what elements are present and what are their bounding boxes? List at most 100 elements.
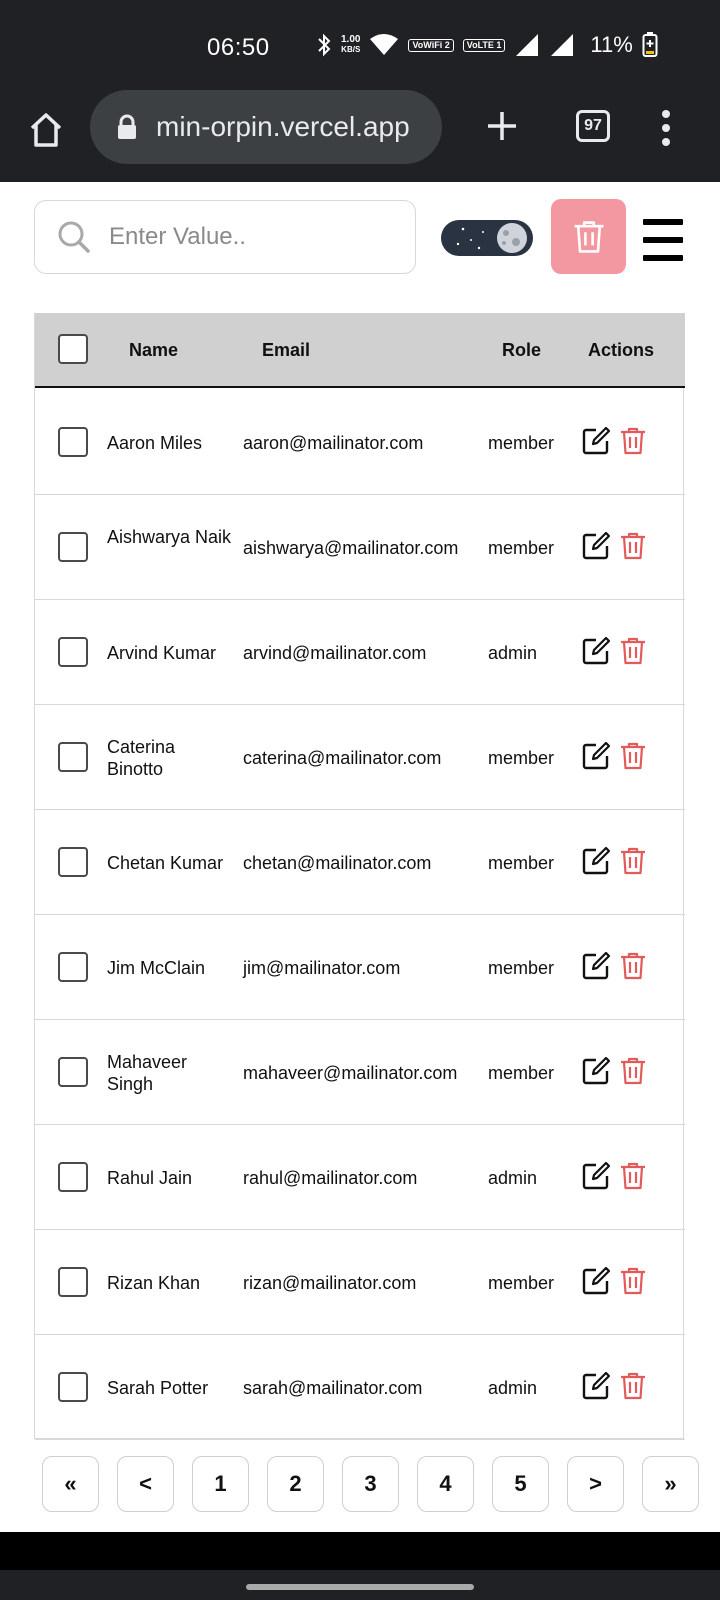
row-email: jim@mailinator.com bbox=[243, 958, 401, 978]
search-field[interactable] bbox=[34, 200, 416, 274]
edit-icon[interactable] bbox=[581, 1161, 611, 1191]
page-button-2[interactable]: 2 bbox=[267, 1456, 324, 1512]
delete-icon[interactable] bbox=[619, 531, 647, 561]
search-icon bbox=[58, 221, 90, 253]
table-row: Arvind Kumar arvind@mailinator.com admin bbox=[35, 600, 685, 705]
network-speed-value: 1.00 bbox=[341, 34, 361, 45]
users-table: Name Email Role Actions Aaron Miles aaron… bbox=[34, 313, 685, 1440]
hamburger-menu-icon[interactable] bbox=[643, 219, 683, 261]
delete-icon[interactable] bbox=[619, 951, 647, 981]
row-name: Sarah Potter bbox=[107, 1378, 209, 1398]
row-role: member bbox=[488, 538, 555, 558]
select-all-checkbox[interactable] bbox=[58, 334, 88, 364]
row-role: member bbox=[488, 958, 555, 978]
header-name: Name bbox=[129, 340, 179, 360]
row-name: Rahul Jain bbox=[107, 1168, 193, 1188]
battery-percent: 11% bbox=[590, 32, 633, 57]
row-role: admin bbox=[488, 1378, 538, 1398]
edit-icon[interactable] bbox=[581, 1371, 611, 1401]
gesture-handle[interactable] bbox=[246, 1584, 474, 1590]
row-checkbox[interactable] bbox=[58, 1267, 88, 1297]
table-row: Aishwarya Naik aishwarya@mailinator.com me… bbox=[35, 495, 685, 600]
row-role: member bbox=[488, 433, 555, 453]
delete-icon[interactable] bbox=[619, 1371, 647, 1401]
edit-icon[interactable] bbox=[581, 531, 611, 561]
page-button-3[interactable]: 3 bbox=[342, 1456, 399, 1512]
row-role: admin bbox=[488, 1168, 538, 1188]
url-text: min-orpin.vercel.app bbox=[156, 111, 410, 142]
more-options-icon[interactable] bbox=[660, 110, 672, 146]
header-actions: Actions bbox=[588, 340, 655, 360]
table-row: Sarah Potter sarah@mailinator.com admin bbox=[35, 1335, 685, 1440]
night-sky-icon bbox=[456, 223, 527, 253]
edit-icon[interactable] bbox=[581, 741, 611, 771]
delete-icon[interactable] bbox=[619, 846, 647, 876]
row-name: Jim McClain bbox=[107, 958, 206, 978]
prev-page-button[interactable]: < bbox=[117, 1456, 174, 1512]
trash-icon bbox=[574, 220, 603, 253]
row-name: Arvind Kumar bbox=[107, 643, 217, 663]
row-email: rahul@mailinator.com bbox=[243, 1168, 418, 1188]
table-row: Jim McClain jim@mailinator.com member bbox=[35, 915, 685, 1020]
bluetooth-icon bbox=[318, 33, 331, 57]
theme-toggle[interactable] bbox=[441, 220, 533, 256]
delete-icon[interactable] bbox=[619, 426, 647, 456]
first-page-button[interactable]: « bbox=[42, 1456, 99, 1512]
signal-icon-2 bbox=[551, 34, 574, 56]
row-role: member bbox=[488, 1273, 555, 1293]
wifi-icon bbox=[370, 34, 399, 55]
search-input[interactable] bbox=[109, 223, 389, 251]
edit-icon[interactable] bbox=[581, 846, 611, 876]
edit-icon[interactable] bbox=[581, 951, 611, 981]
row-email: aishwarya@mailinator.com bbox=[243, 538, 459, 558]
row-checkbox[interactable] bbox=[58, 742, 88, 772]
network-speed: 1.00 KB/S bbox=[341, 35, 360, 55]
table-row: Rizan Khan rizan@mailinator.com member bbox=[35, 1230, 685, 1335]
edit-icon[interactable] bbox=[581, 426, 611, 456]
network-speed-unit: KB/S bbox=[341, 45, 361, 54]
row-checkbox[interactable] bbox=[58, 952, 88, 982]
vowifi-badge: VoWiFi 2 bbox=[408, 38, 454, 52]
row-name: Rizan Khan bbox=[107, 1273, 201, 1293]
table-row: Chetan Kumar chetan@mailinator.com member bbox=[35, 810, 685, 915]
tab-switcher-button[interactable]: 97 bbox=[576, 110, 610, 142]
header-role: Role bbox=[502, 340, 542, 360]
home-icon[interactable] bbox=[26, 110, 66, 150]
delete-icon[interactable] bbox=[619, 1266, 647, 1296]
last-page-button[interactable]: » bbox=[642, 1456, 699, 1512]
row-name: Aishwarya Naik bbox=[107, 527, 232, 547]
row-role: member bbox=[488, 853, 555, 873]
row-checkbox[interactable] bbox=[58, 1372, 88, 1402]
volte-badge: VoLTE 1 bbox=[462, 38, 506, 52]
row-checkbox[interactable] bbox=[58, 1162, 88, 1192]
row-email: chetan@mailinator.com bbox=[243, 853, 432, 873]
delete-icon[interactable] bbox=[619, 636, 647, 666]
row-email: arvind@mailinator.com bbox=[243, 643, 427, 663]
new-tab-icon[interactable] bbox=[484, 106, 520, 146]
row-email: rizan@mailinator.com bbox=[243, 1273, 417, 1293]
row-checkbox[interactable] bbox=[58, 532, 88, 562]
edit-icon[interactable] bbox=[581, 1266, 611, 1296]
bulk-delete-button[interactable] bbox=[551, 199, 626, 274]
table-row: Aaron Miles aaron@mailinator.com member bbox=[35, 390, 685, 495]
row-checkbox[interactable] bbox=[58, 637, 88, 667]
edit-icon[interactable] bbox=[581, 636, 611, 666]
row-name: Aaron Miles bbox=[107, 433, 203, 453]
page-button-1[interactable]: 1 bbox=[192, 1456, 249, 1512]
table-row: Caterina Binotto caterina@mailinator.com m… bbox=[35, 705, 685, 810]
delete-icon[interactable] bbox=[619, 1056, 647, 1086]
edit-icon[interactable] bbox=[581, 1056, 611, 1086]
signal-icon bbox=[516, 34, 539, 56]
row-role: member bbox=[488, 1063, 555, 1083]
next-page-button[interactable]: > bbox=[567, 1456, 624, 1512]
page-button-4[interactable]: 4 bbox=[417, 1456, 474, 1512]
delete-icon[interactable] bbox=[619, 741, 647, 771]
row-checkbox[interactable] bbox=[58, 847, 88, 877]
delete-icon[interactable] bbox=[619, 1161, 647, 1191]
page-button-5[interactable]: 5 bbox=[492, 1456, 549, 1512]
status-icons: 1.00 KB/S VoWiFi 2 VoLTE 1 11% bbox=[316, 32, 658, 58]
row-checkbox[interactable] bbox=[58, 427, 88, 457]
row-email: caterina@mailinator.com bbox=[243, 748, 442, 768]
address-bar[interactable]: min-orpin.vercel.app bbox=[90, 90, 442, 164]
row-checkbox[interactable] bbox=[58, 1057, 88, 1087]
